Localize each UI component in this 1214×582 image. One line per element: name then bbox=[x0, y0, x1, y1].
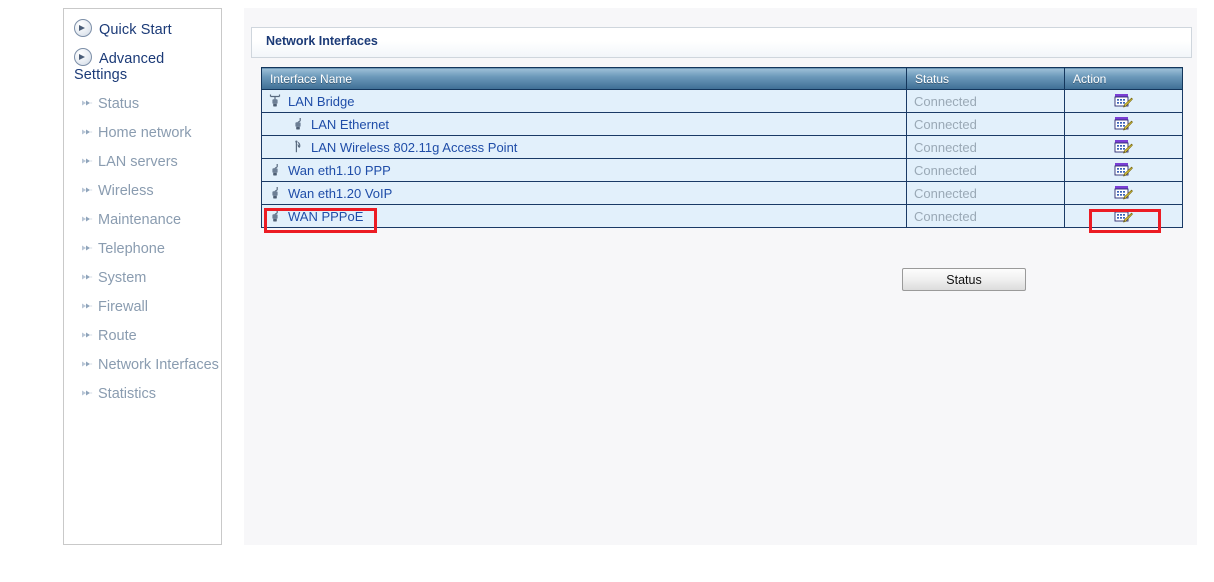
cell-status: Connected bbox=[906, 204, 1065, 228]
interface-name-label: LAN Ethernet bbox=[311, 116, 390, 132]
sidebar-item-quick-start[interactable]: Quick Start bbox=[64, 19, 221, 38]
sidebar-item-label: Maintenance bbox=[98, 212, 182, 228]
edit-icon[interactable] bbox=[1114, 162, 1133, 179]
double-arrow-icon bbox=[82, 215, 93, 223]
ethernet-connector-icon bbox=[268, 185, 282, 202]
cell-interface-name[interactable]: LAN Wireless 802.11g Access Point bbox=[261, 135, 907, 159]
arrow-circle-icon bbox=[74, 19, 92, 37]
sidebar-item-label: Home network bbox=[98, 125, 192, 141]
table-row: LAN Bridge Connected bbox=[261, 89, 1183, 113]
ethernet-connector-icon bbox=[291, 116, 305, 133]
column-header-action[interactable]: Action bbox=[1064, 67, 1183, 90]
cell-action[interactable] bbox=[1064, 181, 1183, 205]
double-arrow-icon bbox=[82, 273, 93, 281]
sidebar-item-status[interactable]: Status bbox=[64, 96, 221, 112]
edit-icon[interactable] bbox=[1114, 185, 1133, 202]
ethernet-connector-icon bbox=[268, 162, 282, 179]
sidebar-item-wireless[interactable]: Wireless bbox=[64, 183, 221, 199]
table-header-row: Interface Name Status Action bbox=[261, 67, 1183, 90]
wireless-antenna-icon bbox=[291, 139, 305, 156]
sidebar-item-system[interactable]: System bbox=[64, 270, 221, 286]
double-arrow-icon bbox=[82, 244, 93, 252]
cell-interface-name[interactable]: LAN Ethernet bbox=[261, 112, 907, 136]
cell-interface-name[interactable]: Wan eth1.20 VoIP bbox=[261, 181, 907, 205]
double-arrow-icon bbox=[82, 360, 93, 368]
cell-action[interactable] bbox=[1064, 89, 1183, 113]
cell-action[interactable] bbox=[1064, 135, 1183, 159]
router-admin-page: Quick Start Advanced Settings Status Hom… bbox=[0, 0, 1214, 582]
cell-status: Connected bbox=[906, 112, 1065, 136]
table-row: LAN Ethernet Connected bbox=[261, 112, 1183, 136]
content-panel: Network Interfaces Interface Name Status… bbox=[244, 8, 1197, 545]
cell-status: Connected bbox=[906, 135, 1065, 159]
status-button[interactable]: Status bbox=[902, 268, 1026, 291]
sidebar-item-advanced-settings[interactable]: Advanced Settings bbox=[64, 48, 221, 83]
double-arrow-icon bbox=[82, 302, 93, 310]
sidebar-item-label: LAN servers bbox=[98, 154, 178, 170]
network-interfaces-table: Interface Name Status Action LAN Bridge … bbox=[261, 67, 1183, 228]
sidebar-item-label: System bbox=[98, 270, 147, 286]
edit-icon[interactable] bbox=[1114, 208, 1133, 225]
interface-name-label: LAN Wireless 802.11g Access Point bbox=[311, 139, 518, 155]
double-arrow-icon bbox=[82, 99, 93, 107]
sidebar-item-label: Route bbox=[98, 328, 137, 344]
table-row: WAN PPPoE Connected bbox=[261, 204, 1183, 228]
sidebar-item-network-interfaces[interactable]: Network Interfaces bbox=[64, 357, 221, 373]
page-title: Network Interfaces bbox=[266, 34, 378, 48]
edit-icon[interactable] bbox=[1114, 139, 1133, 156]
column-header-status[interactable]: Status bbox=[906, 67, 1065, 90]
sidebar-item-telephone[interactable]: Telephone bbox=[64, 241, 221, 257]
cell-status: Connected bbox=[906, 181, 1065, 205]
ethernet-connector-icon bbox=[268, 208, 282, 225]
table-row: Wan eth1.10 PPP Connected bbox=[261, 158, 1183, 182]
sidebar: Quick Start Advanced Settings Status Hom… bbox=[63, 8, 222, 545]
edit-icon[interactable] bbox=[1114, 116, 1133, 133]
table-row: LAN Wireless 802.11g Access Point Connec… bbox=[261, 135, 1183, 159]
page-title-panel: Network Interfaces bbox=[251, 27, 1192, 58]
sidebar-item-label: Quick Start bbox=[99, 22, 172, 38]
cell-action[interactable] bbox=[1064, 204, 1183, 228]
cell-status: Connected bbox=[906, 89, 1065, 113]
cell-interface-name[interactable]: WAN PPPoE bbox=[261, 204, 907, 228]
interface-name-label: WAN PPPoE bbox=[288, 208, 364, 224]
cell-action[interactable] bbox=[1064, 158, 1183, 182]
cell-interface-name[interactable]: LAN Bridge bbox=[261, 89, 907, 113]
interface-name-label: Wan eth1.10 PPP bbox=[288, 162, 391, 178]
sidebar-item-label: Firewall bbox=[98, 299, 148, 315]
sidebar-item-label: Statistics bbox=[98, 386, 157, 402]
double-arrow-icon bbox=[82, 389, 93, 397]
sidebar-item-maintenance[interactable]: Maintenance bbox=[64, 212, 221, 228]
edit-icon[interactable] bbox=[1114, 93, 1133, 110]
sidebar-item-lan-servers[interactable]: LAN servers bbox=[64, 154, 221, 170]
sidebar-item-label: Status bbox=[98, 96, 140, 112]
double-arrow-icon bbox=[82, 186, 93, 194]
sidebar-item-label: Network Interfaces bbox=[98, 357, 219, 373]
cell-interface-name[interactable]: Wan eth1.10 PPP bbox=[261, 158, 907, 182]
double-arrow-icon bbox=[82, 157, 93, 165]
cell-action[interactable] bbox=[1064, 112, 1183, 136]
sidebar-item-statistics[interactable]: Statistics bbox=[64, 386, 221, 402]
sidebar-item-home-network[interactable]: Home network bbox=[64, 125, 221, 141]
sidebar-item-firewall[interactable]: Firewall bbox=[64, 299, 221, 315]
sidebar-item-label: Telephone bbox=[98, 241, 165, 257]
double-arrow-icon bbox=[82, 331, 93, 339]
cell-status: Connected bbox=[906, 158, 1065, 182]
bridge-connector-icon bbox=[268, 93, 282, 110]
interface-name-label: Wan eth1.20 VoIP bbox=[288, 185, 393, 201]
sidebar-item-label: Wireless bbox=[98, 183, 154, 199]
column-header-interface-name[interactable]: Interface Name bbox=[261, 67, 907, 90]
double-arrow-icon bbox=[82, 128, 93, 136]
arrow-circle-icon bbox=[74, 48, 92, 66]
table-row: Wan eth1.20 VoIP Connected bbox=[261, 181, 1183, 205]
interface-name-label: LAN Bridge bbox=[288, 93, 355, 109]
sidebar-item-route[interactable]: Route bbox=[64, 328, 221, 344]
